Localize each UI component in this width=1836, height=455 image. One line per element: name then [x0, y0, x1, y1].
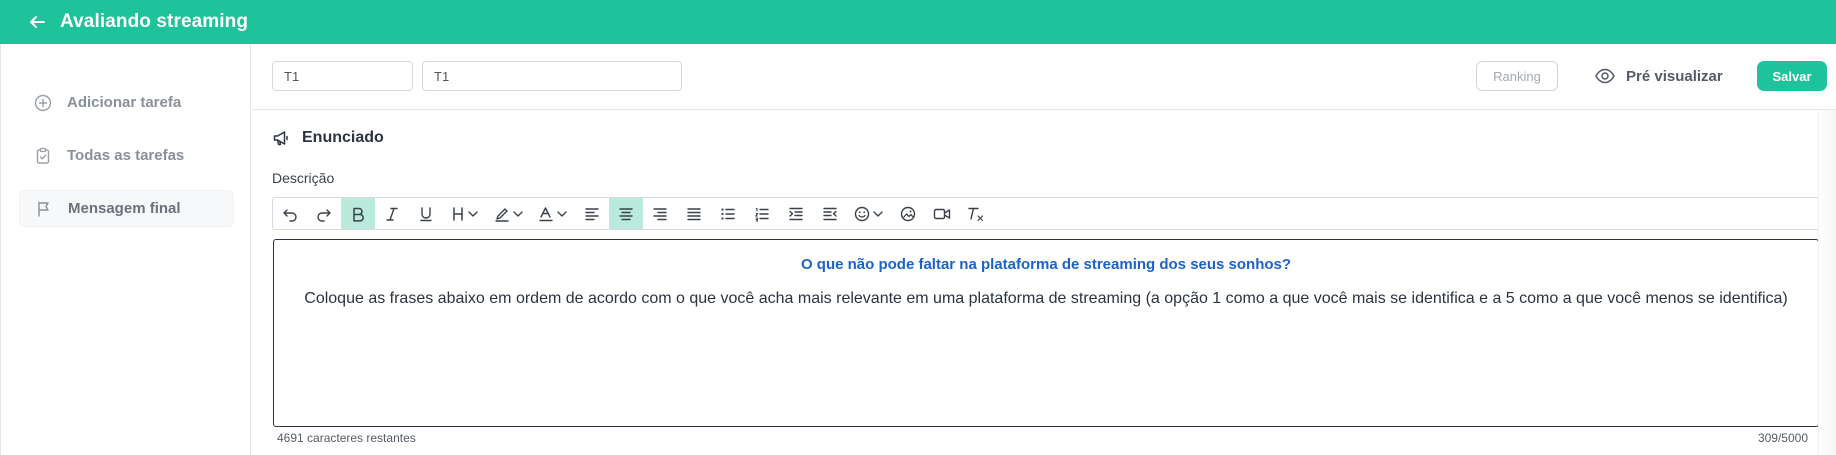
character-count: 309/5000: [1757, 431, 1808, 445]
task-header: Ranking Pré visualizar Salvar: [252, 44, 1836, 110]
characters-remaining: 4691 caracteres restantes: [277, 431, 416, 445]
image-icon[interactable]: [891, 198, 925, 229]
heading-icon[interactable]: [443, 198, 487, 229]
bold-icon[interactable]: [341, 198, 375, 229]
flag-icon: [34, 199, 54, 219]
eye-icon: [1594, 65, 1616, 87]
main-content: Ranking Pré visualizar Salvar Enunciado …: [252, 44, 1836, 455]
scrollbar[interactable]: [1818, 110, 1836, 455]
task-name-input[interactable]: [422, 61, 682, 91]
align-justify-icon[interactable]: [677, 198, 711, 229]
editor-toolbar: [272, 197, 1820, 230]
sidebar: Adicionar tarefa Todas as tarefas Mensag…: [0, 44, 251, 455]
section-title-label: Enunciado: [302, 129, 384, 146]
task-code-input[interactable]: [272, 61, 413, 91]
editor-body-text: Coloque as frases abaixo em ordem de aco…: [304, 290, 1788, 307]
align-center-icon[interactable]: [609, 198, 643, 229]
ranking-button[interactable]: Ranking: [1476, 61, 1558, 91]
description-label: Descrição: [272, 170, 335, 186]
clear-format-icon[interactable]: [959, 198, 993, 229]
clipboard-check-icon: [33, 146, 53, 166]
rich-text-editor[interactable]: O que não pode faltar na plataforma de s…: [273, 239, 1819, 427]
sidebar-item-label: Todas as tarefas: [67, 147, 185, 164]
indent-icon[interactable]: [779, 198, 813, 229]
plus-circle-icon: [33, 93, 53, 113]
numbered-list-icon[interactable]: [745, 198, 779, 229]
undo-icon[interactable]: [273, 198, 307, 229]
italic-icon[interactable]: [375, 198, 409, 229]
redo-icon[interactable]: [307, 198, 341, 229]
highlight-icon[interactable]: [487, 198, 531, 229]
sidebar-item-label: Adicionar tarefa: [67, 94, 182, 111]
sidebar-item-add-task[interactable]: Adicionar tarefa: [19, 84, 234, 121]
underline-icon[interactable]: [409, 198, 443, 229]
sidebar-item-label: Mensagem final: [68, 200, 181, 217]
outdent-icon[interactable]: [813, 198, 847, 229]
font-color-icon[interactable]: [531, 198, 575, 229]
align-left-icon[interactable]: [575, 198, 609, 229]
editor-headline: O que não pode faltar na plataforma de s…: [800, 256, 1292, 273]
save-button[interactable]: Salvar: [1757, 61, 1827, 91]
top-bar: Avaliando streaming: [0, 0, 1836, 44]
preview-label: Pré visualizar: [1626, 67, 1723, 85]
emoji-icon[interactable]: [847, 198, 891, 229]
megaphone-icon: [272, 128, 292, 148]
sidebar-item-all-tasks[interactable]: Todas as tarefas: [19, 137, 234, 174]
preview-button[interactable]: Pré visualizar: [1594, 61, 1723, 91]
align-right-icon[interactable]: [643, 198, 677, 229]
section-title: Enunciado: [272, 128, 384, 148]
page-title: Avaliando streaming: [60, 11, 249, 32]
video-icon[interactable]: [925, 198, 959, 229]
back-arrow-icon[interactable]: [26, 11, 48, 33]
bullet-list-icon[interactable]: [711, 198, 745, 229]
sidebar-item-final-message[interactable]: Mensagem final: [19, 190, 234, 227]
